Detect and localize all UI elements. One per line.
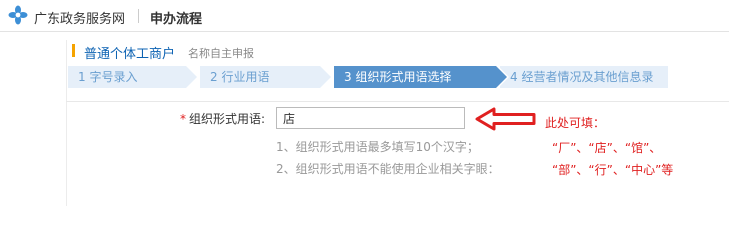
left-arrow-icon [475,107,536,131]
step-chevron [320,66,331,88]
annotation-heading: 此处可填： [545,116,606,130]
step-3-org-form[interactable]: 3 组织形式用语选择 [334,66,509,88]
org-form-input[interactable] [276,107,465,129]
required-mark: * [180,112,186,126]
org-form-label-text: 组织形式用语: [189,112,266,126]
step-label: 1 字号录入 [78,70,138,84]
hint-no-enterprise-words: 2、组织形式用语不能使用企业相关字眼： [276,162,500,176]
site-title[interactable]: 广东政务服务网 [34,8,125,27]
step-2-industry-term[interactable]: 2 行业用语 [200,66,333,88]
flower-logo-icon[interactable] [8,5,28,25]
step-chevron [496,66,507,88]
step-label: 3 组织形式用语选择 [344,70,452,84]
step-label: 2 行业用语 [210,70,270,84]
step-chevron [186,66,197,88]
title-accent-bar [72,44,75,57]
annotation-allowed-terms-2: “部”、“行”、“中心”等 [552,163,674,177]
section-title: 申办流程 [150,12,203,27]
business-type-title: 普通个体工商户 [84,47,176,62]
hint-max-length: 1、组织形式用语最多填写10个汉字； [276,140,479,154]
step-1-name-entry[interactable]: 1 字号录入 [68,66,199,88]
section-divider [66,101,729,102]
step-label: 4 经营者情况及其他信息录 [510,70,654,84]
org-form-label: * 组织形式用语: [180,110,265,127]
step-4-operator-info[interactable]: 4 经营者情况及其他信息录 [500,66,668,88]
business-type-subtitle: 名称自主申报 [188,47,254,60]
annotation-allowed-terms-1: “厂”、“店”、“馆”、 [552,141,662,155]
step-progress: 1 字号录入 2 行业用语 3 组织形式用语选择 4 经营者情况及其他信息录 [68,66,668,88]
top-bar: 广东政务服务网 申办流程 [0,0,729,32]
header-divider [138,9,139,23]
